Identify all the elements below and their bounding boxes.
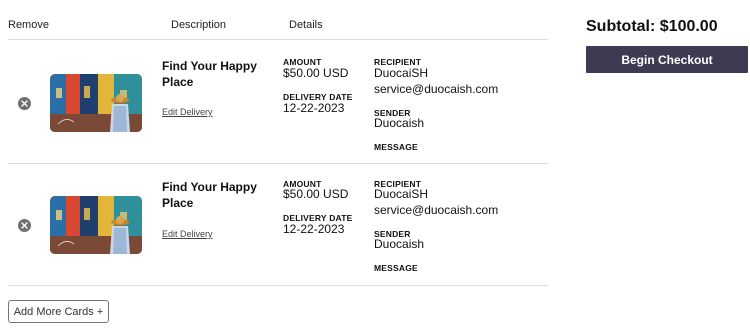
delivery-date-value: 12-22-2023	[283, 101, 345, 115]
begin-checkout-button[interactable]: Begin Checkout	[586, 46, 748, 73]
close-icon	[21, 100, 28, 107]
delivery-date-value: 12-22-2023	[283, 222, 345, 236]
recipient-email: service@duocaish.com	[374, 82, 499, 96]
item-title: Find Your Happy Place	[162, 180, 257, 210]
cart-item: Find Your Happy Place Edit Delivery AMOU…	[0, 41, 560, 163]
cart-item: Find Your Happy Place Edit Delivery AMOU…	[0, 163, 560, 285]
add-more-cards-button[interactable]: Add More Cards +	[8, 300, 109, 323]
gift-card-image	[50, 74, 142, 132]
edit-delivery-link[interactable]: Edit Delivery	[162, 229, 213, 239]
recipient-name: DuocaiSH	[374, 66, 429, 80]
column-header-remove: Remove	[8, 19, 49, 31]
gift-card-image	[50, 196, 142, 254]
remove-item-button[interactable]	[18, 97, 31, 110]
subtotal: Subtotal: $100.00	[586, 18, 718, 35]
amount-value: $50.00 USD	[283, 66, 349, 80]
message-label: MESSAGE	[374, 142, 418, 152]
sender-value: Duocaish	[374, 116, 425, 130]
column-header-description: Description	[171, 19, 227, 31]
close-icon	[21, 222, 28, 229]
edit-delivery-link[interactable]: Edit Delivery	[162, 107, 213, 117]
message-label: MESSAGE	[374, 263, 418, 273]
divider	[8, 39, 548, 40]
divider	[8, 285, 548, 286]
column-header-details: Details	[289, 19, 323, 31]
recipient-email: service@duocaish.com	[374, 203, 499, 217]
recipient-name: DuocaiSH	[374, 187, 429, 201]
sender-value: Duocaish	[374, 237, 425, 251]
amount-value: $50.00 USD	[283, 187, 349, 201]
cart-page: Remove Description Details Find Your Hap…	[0, 0, 750, 330]
item-title: Find Your Happy Place	[162, 59, 257, 89]
remove-item-button[interactable]	[18, 219, 31, 232]
